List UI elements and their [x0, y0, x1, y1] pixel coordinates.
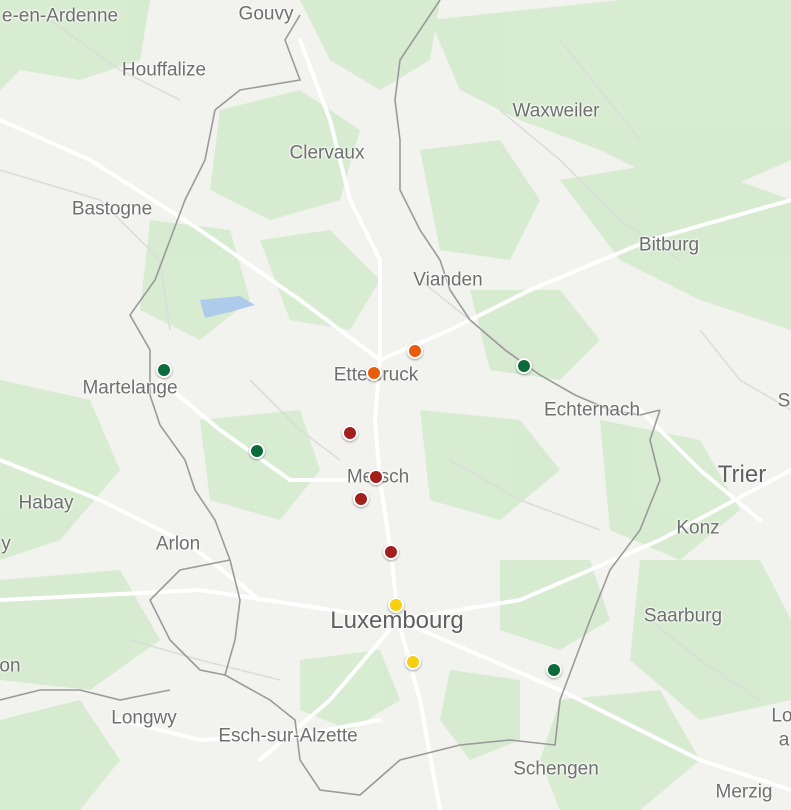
place-label-longwy: Longwy	[111, 707, 177, 729]
place-label-lo-edge: Lo	[771, 705, 791, 727]
station-marker-luxembourg[interactable]	[388, 597, 404, 613]
place-label-konz: Konz	[676, 517, 720, 539]
station-marker-ettelbruck[interactable]	[366, 365, 382, 381]
station-marker-martelange[interactable]	[156, 362, 172, 378]
station-marker-south-mersch[interactable]	[353, 491, 369, 507]
station-marker-vianden-border[interactable]	[516, 358, 532, 374]
place-label-bastogne: Bastogne	[71, 198, 153, 220]
station-marker-luxembourg-south[interactable]	[405, 654, 421, 670]
place-label-waxweiler: Waxweiler	[512, 100, 600, 122]
station-marker-schengen-north[interactable]	[546, 662, 562, 678]
place-label-gouvy: Gouvy	[238, 3, 294, 25]
place-label-bitburg: Bitburg	[638, 234, 700, 256]
place-label-vianden: Vianden	[413, 269, 483, 291]
place-label-y-edge: y	[1, 533, 11, 555]
place-label-schengen: Schengen	[513, 758, 599, 780]
station-marker-north-mersch[interactable]	[342, 425, 358, 441]
place-label-en-ardenne: e-en-Ardenne	[1, 5, 119, 27]
place-label-habay: Habay	[18, 492, 74, 514]
place-label-houffalize: Houffalize	[121, 59, 207, 81]
place-label-esch: Esch-sur-Alzette	[218, 725, 358, 747]
station-marker-mersch[interactable]	[368, 469, 384, 485]
station-marker-north-luxembourg[interactable]	[383, 544, 399, 560]
station-marker-west[interactable]	[249, 443, 265, 459]
place-label-merzig: Merzig	[715, 781, 773, 803]
place-label-echternach: Echternach	[543, 399, 641, 421]
place-label-arlon: Arlon	[155, 533, 201, 555]
map-base-layer	[0, 0, 791, 810]
place-label-clervaux: Clervaux	[289, 142, 365, 164]
place-label-a-edge: a	[778, 729, 790, 751]
map-canvas[interactable]: Gouvy Houffalize e-en-Ardenne Clervaux W…	[0, 0, 791, 810]
station-marker-northeast-ettelbruck[interactable]	[407, 343, 423, 359]
place-label-martelange: Martelange	[82, 377, 178, 399]
place-label-trier: Trier	[717, 461, 767, 488]
place-label-on-edge: on	[0, 655, 21, 677]
place-label-s-edge: S	[777, 390, 791, 412]
place-label-saarburg: Saarburg	[643, 605, 723, 627]
